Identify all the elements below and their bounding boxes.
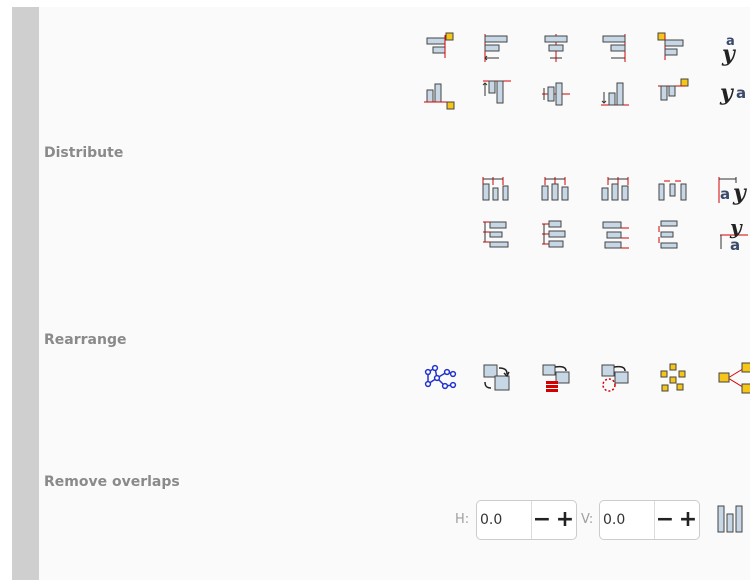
section-rearrange-label: Rearrange: [44, 332, 127, 348]
align-top-edges-icon[interactable]: [481, 78, 513, 110]
distribute-bottom-edges-icon[interactable]: [599, 219, 631, 251]
vertical-gap-decrement-button[interactable]: −: [654, 504, 676, 536]
exchange-positions-by-z-order-icon[interactable]: [540, 362, 572, 394]
svg-text:y: y: [732, 180, 748, 206]
unclump-objects-icon[interactable]: [718, 362, 750, 394]
align-left-edges-to-right-anchor-icon[interactable]: [657, 32, 689, 64]
side-scroll-strip[interactable]: [12, 7, 39, 580]
horizontal-gap-input[interactable]: [480, 510, 530, 530]
distribute-text-anchors-vertically-icon[interactable]: ya: [718, 215, 750, 254]
align-text-anchors-vertical-icon[interactable]: ay: [718, 32, 750, 67]
center-on-vertical-axis-icon[interactable]: [540, 32, 572, 64]
svg-text:a: a: [730, 236, 740, 254]
horizontal-gap-increment-button[interactable]: +: [554, 504, 576, 536]
align-bottom-to-top-anchor-icon[interactable]: [657, 78, 689, 110]
horizontal-gap-label: H:: [455, 512, 470, 527]
nicely-arrange-connector-network-icon[interactable]: [423, 362, 457, 394]
distribute-centers-horizontally-icon[interactable]: [540, 175, 572, 207]
section-distribute-label: Distribute: [44, 145, 124, 161]
randomize-positions-icon[interactable]: [657, 362, 689, 394]
make-horizontal-gaps-equal-icon[interactable]: [657, 175, 689, 207]
align-top-to-bottom-anchor-icon[interactable]: [423, 78, 455, 110]
distribute-left-edges-icon[interactable]: [481, 175, 513, 207]
section-remove-overlaps-label: Remove overlaps: [44, 474, 180, 490]
horizontal-gap-spinbox[interactable]: − +: [476, 500, 577, 540]
align-distribute-panel: [39, 7, 750, 580]
svg-text:a: a: [720, 185, 730, 203]
exchange-positions-icon[interactable]: [481, 362, 513, 394]
vertical-gap-increment-button[interactable]: +: [677, 504, 699, 536]
center-on-horizontal-axis-icon[interactable]: [540, 78, 572, 110]
window-edge: [0, 0, 12, 580]
vertical-gap-spinbox[interactable]: − +: [599, 500, 700, 540]
distribute-centers-vertically-icon[interactable]: [540, 219, 572, 251]
distribute-top-edges-icon[interactable]: [481, 219, 513, 251]
align-right-edges-to-left-anchor-icon[interactable]: [423, 32, 455, 64]
svg-text:y: y: [719, 80, 735, 106]
align-right-edges-icon[interactable]: [599, 32, 631, 64]
svg-text:y: y: [721, 41, 737, 67]
vertical-gap-label: V:: [581, 512, 594, 527]
make-vertical-gaps-equal-icon[interactable]: [657, 219, 689, 251]
distribute-right-edges-icon[interactable]: [599, 175, 631, 207]
remove-overlaps-icon[interactable]: [716, 503, 748, 535]
align-left-edges-icon[interactable]: [481, 32, 513, 64]
exchange-positions-clockwise-icon[interactable]: [599, 362, 631, 394]
align-bottom-edges-icon[interactable]: [599, 78, 631, 110]
distribute-text-anchors-horizontally-icon[interactable]: ay: [718, 175, 750, 207]
align-text-baselines-icon[interactable]: ya: [718, 78, 750, 110]
horizontal-gap-decrement-button[interactable]: −: [531, 504, 553, 536]
svg-text:a: a: [736, 84, 746, 102]
vertical-gap-input[interactable]: [603, 510, 653, 530]
